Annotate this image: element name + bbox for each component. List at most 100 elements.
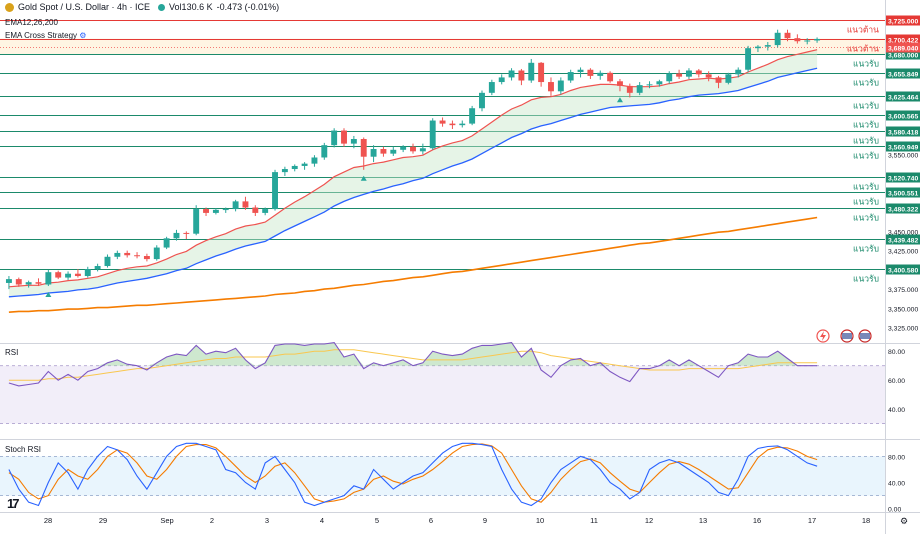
symbol-title[interactable]: Gold Spot / U.S. Dollar · 4h · ICE bbox=[18, 2, 150, 12]
time-tick-label: 6 bbox=[429, 516, 433, 525]
rsi-overbought-fill bbox=[8, 342, 818, 366]
candle-body bbox=[439, 120, 446, 124]
level-zone-label: แนวรับ bbox=[853, 79, 879, 89]
level-price-label: 3,520.740 bbox=[888, 176, 918, 183]
strategy-indicator-label[interactable]: EMA Cross Strategy ⚙ bbox=[5, 31, 86, 40]
time-tick-label: 4 bbox=[320, 516, 324, 525]
candle-body bbox=[656, 81, 663, 85]
candle-body bbox=[232, 201, 239, 210]
stoch-tick-label: 80.00 bbox=[888, 454, 905, 461]
ema-cross-cloud bbox=[8, 49, 818, 297]
candle-body bbox=[114, 252, 121, 257]
candle-body bbox=[419, 148, 426, 152]
candle-body bbox=[252, 207, 259, 213]
resistance-zone bbox=[0, 38, 885, 55]
stoch-rsi-pane bbox=[0, 442, 885, 507]
time-tick-label: 5 bbox=[375, 516, 379, 525]
rsi-label[interactable]: RSI bbox=[5, 348, 18, 357]
level-zone-label: แนวรับ bbox=[853, 137, 879, 147]
candle-body bbox=[163, 238, 170, 248]
price-tick-label: 3,550.000 bbox=[888, 152, 918, 159]
level-price-label: 3,725.000 bbox=[888, 19, 918, 26]
candle-body bbox=[764, 45, 771, 47]
level-zone-label: แนวต้าน bbox=[847, 25, 879, 36]
level-zone-label: แนวรับ bbox=[853, 60, 879, 70]
candle-body bbox=[479, 92, 485, 109]
price-tick-label: 3,375.000 bbox=[888, 287, 918, 294]
candle-body bbox=[380, 149, 387, 154]
level-price-label: 3,560.949 bbox=[888, 145, 918, 152]
candle-body bbox=[548, 82, 554, 92]
candle-body bbox=[814, 38, 821, 41]
level-price-label: 3,680.000 bbox=[888, 53, 918, 60]
rsi-band bbox=[0, 365, 885, 424]
symbol-header: Gold Spot / U.S. Dollar · 4h · ICE Vol13… bbox=[5, 2, 279, 12]
time-tick-label: 18 bbox=[862, 516, 870, 525]
ema26-line bbox=[8, 67, 818, 298]
level-zone-label: แนวรับ bbox=[853, 245, 879, 255]
candle-body bbox=[459, 123, 466, 126]
price-tick-label: 3,350.000 bbox=[888, 306, 918, 313]
candle-body bbox=[331, 130, 338, 146]
time-tick-label: 12 bbox=[645, 516, 653, 525]
candle-body bbox=[25, 282, 32, 285]
strategy-settings-icon[interactable]: ⚙ bbox=[79, 31, 86, 40]
chart-root: แนวต้าน 3,725.000 แนวต้าน 3,700.422 แนวรับ 3,… bbox=[0, 0, 920, 534]
candle-body bbox=[173, 232, 180, 239]
rsi-tick-label: 60.00 bbox=[888, 378, 905, 385]
us-flag-icon-stripes bbox=[842, 333, 852, 339]
candle-body bbox=[626, 85, 633, 93]
candle-body bbox=[410, 146, 416, 152]
candle-body bbox=[429, 120, 436, 149]
candle-body bbox=[212, 209, 219, 213]
price-tick-label: 3,425.000 bbox=[888, 249, 918, 256]
candle-body bbox=[222, 209, 229, 211]
candle-body bbox=[390, 149, 397, 154]
candle-body bbox=[646, 84, 653, 86]
level-zone-label: แนวรับ bbox=[853, 102, 879, 112]
rsi-tick-label: 80.00 bbox=[888, 349, 905, 356]
candle-body bbox=[203, 209, 209, 213]
time-tick-label: 17 bbox=[808, 516, 816, 525]
candle-body bbox=[774, 32, 781, 46]
candle-body bbox=[104, 256, 111, 267]
candle-body bbox=[45, 272, 52, 285]
candle-body bbox=[538, 62, 545, 83]
price-tick-label: 3,325.000 bbox=[888, 326, 918, 333]
candle-body bbox=[400, 146, 407, 150]
level-zone-label: แนวรับ bbox=[853, 275, 879, 285]
candle-body bbox=[350, 139, 357, 144]
stoch-tick-label: 0.00 bbox=[888, 507, 901, 514]
candle-body bbox=[55, 272, 62, 278]
candle-body bbox=[607, 72, 614, 82]
candle-body bbox=[498, 77, 505, 83]
time-tick-label: 3 bbox=[265, 516, 269, 525]
market-status-icon bbox=[158, 3, 166, 11]
candle-body bbox=[134, 255, 141, 257]
candle-body bbox=[94, 266, 101, 270]
candle-body bbox=[262, 209, 269, 213]
price-chart[interactable]: แนวต้าน3,725.000แนวต้าน3,700.422แนวรับ3,… bbox=[0, 0, 920, 534]
level-zone-label: แนวรับ bbox=[853, 121, 879, 131]
candle-body bbox=[695, 70, 702, 75]
volume-readout: Vol130.6 K bbox=[169, 2, 213, 12]
candle-body bbox=[311, 157, 318, 164]
time-tick-label: 9 bbox=[483, 516, 487, 525]
candle-body bbox=[370, 149, 377, 157]
candle-body bbox=[360, 139, 367, 157]
strategy-name: EMA Cross Strategy bbox=[5, 31, 78, 40]
time-tick-label: 16 bbox=[753, 516, 761, 525]
time-tick-label: 11 bbox=[590, 516, 598, 525]
candle-body bbox=[528, 62, 535, 81]
candle-body bbox=[794, 38, 801, 42]
candle-body bbox=[124, 252, 131, 256]
rsi-tick-label: 40.00 bbox=[888, 407, 905, 414]
stoch-rsi-label[interactable]: Stoch RSI bbox=[5, 445, 41, 454]
level-zone-label: แนวรับ bbox=[853, 214, 879, 224]
price-tick-label: 3,450.000 bbox=[888, 229, 918, 236]
us-flag-icon-2-stripes bbox=[860, 333, 870, 339]
level-price-label: 3,600.565 bbox=[888, 114, 918, 121]
candle-body bbox=[735, 69, 742, 75]
axis-settings-icon[interactable]: ⚙ bbox=[900, 517, 908, 527]
ema-indicator-label[interactable]: EMA12,26,200 bbox=[5, 18, 58, 27]
